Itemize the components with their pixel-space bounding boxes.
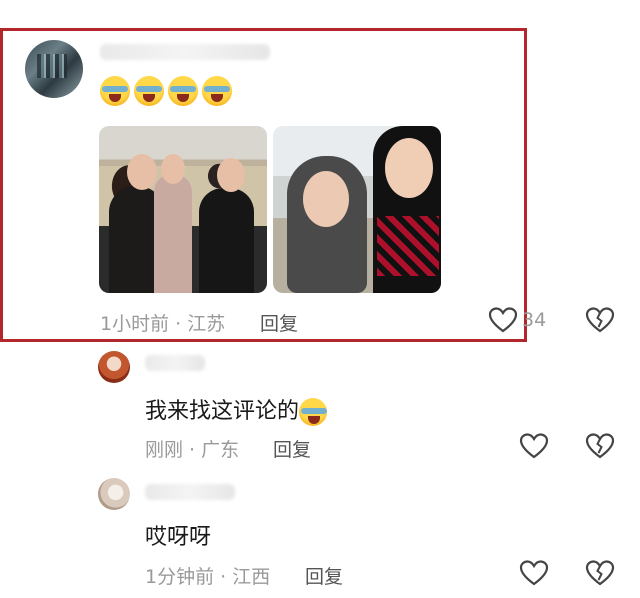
- comment-meta: 刚刚 · 广东: [145, 435, 239, 462]
- laugh-cry-emoji-icon: [168, 76, 198, 106]
- reply-button[interactable]: 回复: [273, 435, 311, 462]
- comment-meta: 1分钟前 · 江西: [145, 562, 270, 589]
- photo-figure: [154, 174, 192, 293]
- heart-icon[interactable]: [519, 559, 549, 587]
- avatar[interactable]: [98, 351, 130, 383]
- comment-location: 江苏: [187, 313, 226, 335]
- laugh-cry-emoji-icon: [202, 76, 232, 106]
- comment-text-row: 我来找这评论的: [145, 393, 328, 426]
- comment-photo-2[interactable]: [273, 126, 441, 293]
- username-blurred[interactable]: [145, 355, 205, 371]
- photo-face: [303, 171, 349, 227]
- comment-time: 1分钟前: [145, 566, 215, 588]
- meta-separator: ·: [214, 566, 233, 588]
- heart-icon[interactable]: [488, 306, 518, 334]
- comment-text: 我来找这评论的: [145, 399, 300, 424]
- meta-separator: ·: [183, 439, 202, 461]
- comment-time: 刚刚: [145, 439, 184, 461]
- comment-photo-1[interactable]: [99, 126, 267, 293]
- photo-face: [161, 154, 185, 184]
- comment-meta: 1小时前 · 江苏: [100, 309, 225, 336]
- broken-heart-icon[interactable]: [585, 559, 615, 587]
- photo-shirt-pattern: [377, 216, 439, 276]
- laugh-cry-emoji-icon: [100, 76, 130, 106]
- photo-face: [385, 138, 433, 198]
- photo-face: [127, 154, 157, 190]
- heart-icon[interactable]: [519, 432, 549, 460]
- broken-heart-icon[interactable]: [585, 306, 615, 334]
- laugh-cry-emoji-icon: [134, 76, 164, 106]
- reply-button[interactable]: 回复: [305, 562, 343, 589]
- emoji-row: [100, 76, 232, 106]
- laugh-cry-emoji-icon: [299, 398, 328, 426]
- comment-location: 广东: [201, 439, 240, 461]
- username-blurred[interactable]: [145, 484, 235, 500]
- reply-button[interactable]: 回复: [260, 309, 298, 336]
- like-count: 34: [522, 309, 547, 331]
- photo-face: [217, 158, 245, 192]
- comment-text: 哎呀呀: [145, 525, 212, 550]
- username-blurred[interactable]: [100, 44, 270, 60]
- comment-location: 江西: [232, 566, 271, 588]
- meta-separator: ·: [169, 313, 188, 335]
- avatar[interactable]: [98, 478, 130, 510]
- broken-heart-icon[interactable]: [585, 432, 615, 460]
- comment-time: 1小时前: [100, 313, 170, 335]
- avatar[interactable]: [25, 40, 83, 98]
- photo-figure: [199, 188, 254, 293]
